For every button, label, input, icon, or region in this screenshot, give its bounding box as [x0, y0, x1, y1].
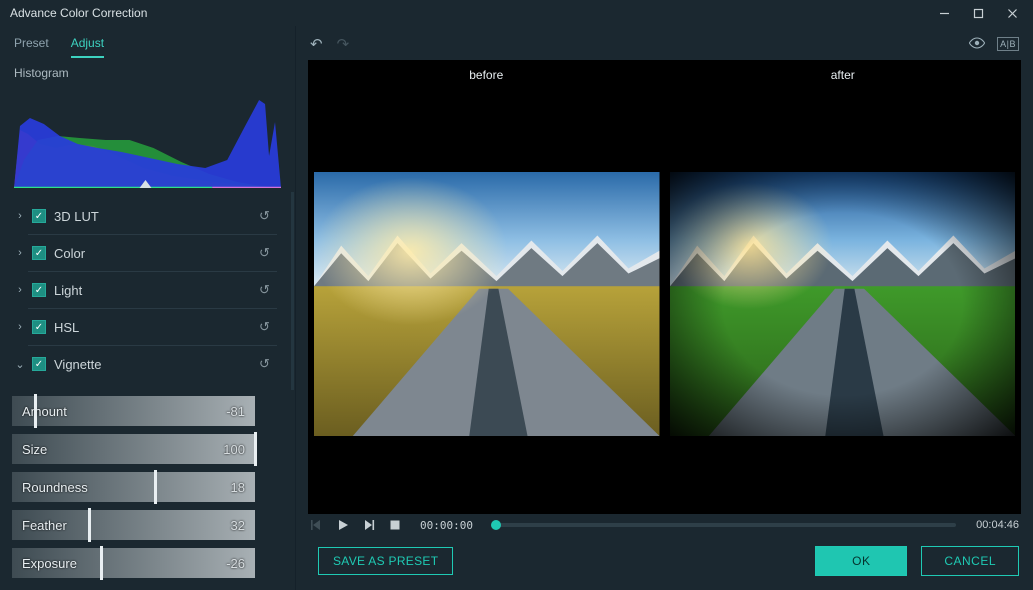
- slider-handle[interactable]: [154, 470, 157, 504]
- slider-label: Exposure: [22, 556, 77, 571]
- slider-exposure[interactable]: Exposure -26: [12, 548, 255, 578]
- histogram: [14, 82, 281, 188]
- group-lut: › ✓ 3D LUT↺: [8, 202, 279, 230]
- chevron-down-icon[interactable]: ⌄: [12, 358, 28, 371]
- play-button[interactable]: [336, 518, 350, 532]
- group-label: Light: [54, 283, 259, 298]
- checkbox-hsl[interactable]: ✓: [32, 320, 46, 334]
- sidebar: Preset Adjust Histogram ›✓3D LUT↺›✓Co: [0, 26, 296, 590]
- titlebar: Advance Color Correction: [0, 0, 1033, 26]
- minimize-button[interactable]: [927, 1, 961, 25]
- reset-icon[interactable]: ↺: [259, 245, 277, 261]
- maximize-button[interactable]: [961, 1, 995, 25]
- next-frame-button[interactable]: [362, 518, 376, 532]
- checkbox-vignette[interactable]: ✓: [32, 357, 46, 371]
- slider-value: 18: [231, 480, 245, 495]
- adjust-group-list: ›✓3D LUT↺›✓Color↺›✓Light↺›✓HSL↺⌄✓Vignett…: [0, 192, 294, 390]
- histogram-section: Histogram: [0, 58, 295, 192]
- chevron-right-icon[interactable]: ›: [12, 247, 28, 259]
- group-label: Vignette: [54, 357, 259, 372]
- before-image: [314, 172, 660, 436]
- slider-feather[interactable]: Feather 32: [12, 510, 255, 540]
- group-hsl: › ✓ HSL↺: [8, 313, 279, 341]
- stop-button[interactable]: [388, 518, 402, 532]
- compare-labels: before after: [308, 60, 1021, 82]
- checkbox-color[interactable]: ✓: [32, 246, 46, 260]
- preview-panel: ↶ ↷ A|B before after: [296, 26, 1033, 590]
- footer: SAVE AS PRESET OK CANCEL: [296, 538, 1033, 590]
- slider-size[interactable]: Size 100: [12, 434, 255, 464]
- tab-adjust[interactable]: Adjust: [71, 32, 104, 58]
- reset-icon[interactable]: ↺: [259, 319, 277, 335]
- vignette-sliders: Amount -81 Size 100 Roundness 18 Feather 32 Expo…: [0, 390, 295, 590]
- compare-view: before after: [308, 60, 1021, 514]
- app-root: Advance Color Correction Preset Adjust H…: [0, 0, 1033, 590]
- divider: [28, 271, 277, 272]
- chevron-right-icon[interactable]: ›: [12, 210, 28, 222]
- chevron-right-icon[interactable]: ›: [12, 321, 28, 333]
- after-image: [670, 172, 1016, 436]
- slider-amount[interactable]: Amount -81: [12, 396, 255, 426]
- window-title: Advance Color Correction: [10, 6, 147, 20]
- slider-value: -26: [226, 556, 245, 571]
- reset-icon[interactable]: ↺: [259, 208, 277, 224]
- slider-value: -81: [226, 404, 245, 419]
- redo-icon: ↷: [337, 35, 350, 53]
- undo-icon[interactable]: ↶: [310, 35, 323, 53]
- slider-handle[interactable]: [88, 508, 91, 542]
- slider-handle[interactable]: [254, 432, 257, 466]
- group-label: HSL: [54, 320, 259, 335]
- slider-handle[interactable]: [100, 546, 103, 580]
- footer-buttons: OK CANCEL: [815, 546, 1019, 576]
- group-label: 3D LUT: [54, 209, 259, 224]
- after-label: after: [665, 68, 1022, 82]
- checkbox-lut[interactable]: ✓: [32, 209, 46, 223]
- preview-right-icons: A|B: [969, 36, 1019, 52]
- close-button[interactable]: [995, 1, 1029, 25]
- slider-label: Amount: [22, 404, 67, 419]
- slider-label: Roundness: [22, 480, 88, 495]
- divider: [28, 234, 277, 235]
- prev-frame-button: [310, 518, 324, 532]
- main-row: Preset Adjust Histogram ›✓3D LUT↺›✓Co: [0, 26, 1033, 590]
- preview-toolbar: ↶ ↷ A|B: [296, 26, 1033, 56]
- divider: [28, 345, 277, 346]
- divider: [28, 308, 277, 309]
- sidebar-tabs: Preset Adjust: [0, 26, 295, 58]
- checkbox-light[interactable]: ✓: [32, 283, 46, 297]
- histogram-label: Histogram: [14, 66, 281, 80]
- compare-images: [308, 82, 1021, 514]
- transport-bar: 00:00:00 00:04:46: [296, 514, 1033, 538]
- group-label: Color: [54, 246, 259, 261]
- window-controls: [927, 1, 1029, 25]
- slider-roundness[interactable]: Roundness 18: [12, 472, 255, 502]
- duration: 00:04:46: [976, 519, 1019, 531]
- tab-preset[interactable]: Preset: [14, 32, 49, 58]
- ok-button[interactable]: OK: [815, 546, 907, 576]
- timeline-track[interactable]: [491, 523, 956, 527]
- save-as-preset-button[interactable]: SAVE AS PRESET: [318, 547, 453, 575]
- group-color: › ✓ Color↺: [8, 239, 279, 267]
- slider-value: 100: [223, 442, 245, 457]
- chevron-right-icon[interactable]: ›: [12, 284, 28, 296]
- cancel-button[interactable]: CANCEL: [921, 546, 1019, 576]
- history-controls: ↶ ↷: [310, 35, 349, 53]
- reset-icon[interactable]: ↺: [259, 356, 277, 372]
- compare-toggle-icon[interactable]: A|B: [997, 37, 1019, 51]
- timeline-playhead[interactable]: [491, 520, 501, 530]
- preview-visibility-icon[interactable]: [969, 36, 985, 52]
- reset-icon[interactable]: ↺: [259, 282, 277, 298]
- group-light: › ✓ Light↺: [8, 276, 279, 304]
- slider-label: Feather: [22, 518, 67, 533]
- current-time: 00:00:00: [420, 519, 473, 532]
- slider-label: Size: [22, 442, 47, 457]
- group-vignette: ⌄ ✓ Vignette↺: [8, 350, 279, 378]
- slider-value: 32: [231, 518, 245, 533]
- before-label: before: [308, 68, 665, 82]
